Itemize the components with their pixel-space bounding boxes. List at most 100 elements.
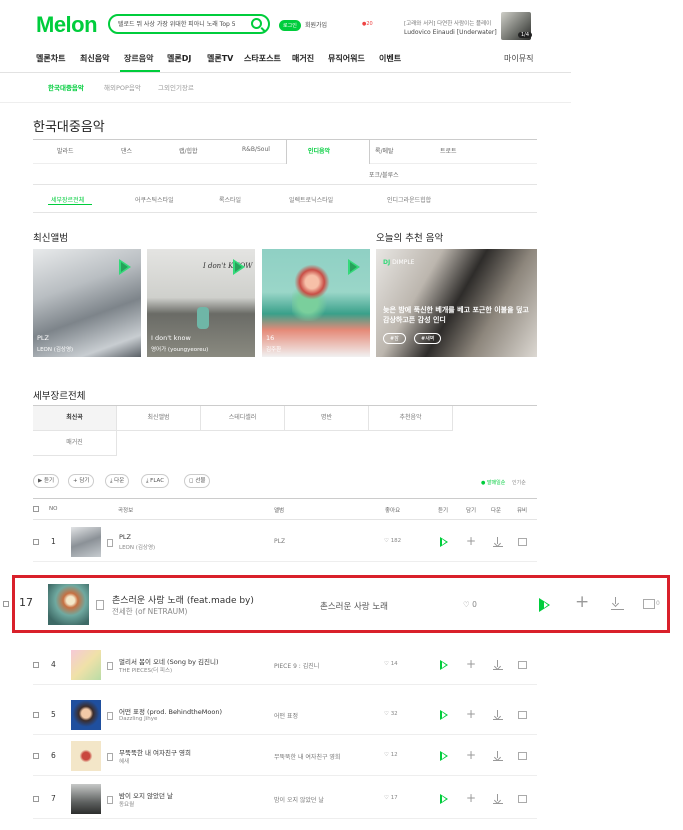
subnav-kpop[interactable]: 한국대중음악 <box>48 82 84 92</box>
genre-tab-indie[interactable]: 인디음악 <box>308 146 330 155</box>
add-icon[interactable]: + <box>466 708 476 720</box>
subgenre-tab-latest[interactable]: 최신곡 <box>33 406 117 431</box>
table-row[interactable]: 7 밤이 오지 않았던 날 동요월 밤이 오지 않았던 날 ♡ 17 + <box>33 778 537 819</box>
album-card[interactable]: PLZ LEON (김상영) <box>33 249 141 357</box>
search-bar[interactable]: 텔로드 뛰 사상 가장 위대한 피아니 노래 Top 5 <box>108 14 270 34</box>
genre-tab-folk[interactable]: 포크/블루스 <box>369 170 399 179</box>
mymusic-link[interactable]: 마이뮤직 <box>504 53 533 64</box>
song-album[interactable]: PLZ <box>274 538 285 545</box>
play-icon[interactable] <box>348 259 360 275</box>
search-input[interactable]: 텔로드 뛰 사상 가장 위대한 피아니 노래 Top 5 <box>118 19 246 28</box>
row-checkbox[interactable] <box>33 539 39 545</box>
join-link[interactable]: 회원가입 <box>305 20 327 29</box>
song-title[interactable]: PLZ <box>119 533 131 541</box>
song-title[interactable]: 멀리서 봄이 오네 (Song by 김진니) <box>119 656 219 666</box>
song-album[interactable]: 밤이 오지 않았던 날 <box>274 795 324 804</box>
play-icon[interactable] <box>440 660 448 670</box>
subgenre-tab-magazine[interactable]: 매거진 <box>33 431 117 456</box>
subgenre-tab-steady[interactable]: 스테디셀러 <box>201 406 285 431</box>
genre-tab-rock[interactable]: 록/메탈 <box>375 146 394 155</box>
table-row[interactable]: 6 무뚝뚝한 내 여자친구 영희 혜새 무뚝뚝한 내 여자친구 영희 ♡ 12 … <box>33 735 537 776</box>
play-icon[interactable] <box>440 751 448 761</box>
like-count[interactable]: ♡ 182 <box>384 538 401 544</box>
song-artist[interactable]: 혜새 <box>119 757 129 765</box>
add-icon[interactable]: + <box>466 749 476 761</box>
detail-tab-underground[interactable]: 인디그라운드힙합 <box>387 195 431 204</box>
row-checkbox[interactable] <box>33 662 39 668</box>
sort-release[interactable]: ● 발매일순 <box>481 479 505 486</box>
song-artist[interactable]: Dazzling Jihye <box>119 716 157 722</box>
like-count[interactable]: ♡ 14 <box>384 661 398 667</box>
song-artist[interactable]: THE PIECES(더 피스) <box>119 666 172 674</box>
download-icon[interactable] <box>493 537 503 547</box>
like-count[interactable]: ♡ 12 <box>384 752 398 758</box>
nav-chart[interactable]: 멜론차트 <box>36 53 65 64</box>
mv-icon[interactable] <box>518 661 527 669</box>
subgenre-tab-albums[interactable]: 최신앨범 <box>117 406 201 431</box>
nav-dj[interactable]: 멜론DJ <box>167 53 191 64</box>
notification-badge[interactable]: ●20 <box>362 21 373 27</box>
like-count[interactable]: ♡ 17 <box>384 795 398 801</box>
now-playing-pager[interactable]: 1/4 <box>518 32 533 38</box>
dj-description[interactable]: 늦은 밤에 푹신한 베개를 베고 포근한 이불을 덮고 감상하고픈 감성 인디 <box>383 306 533 326</box>
genre-tab-rnb[interactable]: R&B/Soul <box>242 146 270 153</box>
sort-popular[interactable]: 인기순 <box>512 479 526 486</box>
mv-icon[interactable] <box>518 711 527 719</box>
mv-icon[interactable] <box>518 795 527 803</box>
dj-name[interactable]: DIMPLE <box>392 259 414 266</box>
flac-button[interactable]: ⤓ FLAC <box>141 474 170 488</box>
album-title[interactable]: 16 <box>266 334 274 342</box>
table-row[interactable]: 5 어떤 표정 (prod. BehindtheMoon) Dazzling J… <box>33 694 537 735</box>
play-icon[interactable] <box>440 537 448 547</box>
download-button[interactable]: ⤓ 다운 <box>105 474 130 488</box>
song-title[interactable]: 밤이 오지 않았던 날 <box>119 790 173 800</box>
dj-tag[interactable]: #새벽 <box>414 333 442 344</box>
download-icon[interactable] <box>493 751 503 761</box>
row-checkbox[interactable] <box>33 753 39 759</box>
song-info-icon[interactable] <box>107 796 113 804</box>
now-playing-line1[interactable]: [고래와 서커] 다연한 사람이는 플레이 <box>404 19 491 27</box>
nav-magazine[interactable]: 매거진 <box>292 53 314 64</box>
search-icon[interactable] <box>251 18 262 29</box>
dj-card[interactable]: DJ DIMPLE 늦은 밤에 푹신한 베개를 베고 포근한 이불을 덮고 감상… <box>376 249 537 357</box>
add-icon[interactable]: + <box>466 535 476 547</box>
play-icon[interactable] <box>233 259 245 275</box>
album-thumb[interactable] <box>71 741 101 771</box>
song-artist[interactable]: LEON (김상영) <box>119 543 155 551</box>
album-artist[interactable]: 김주환 <box>266 345 281 353</box>
download-icon[interactable] <box>493 794 503 804</box>
nav-genre[interactable]: 장르음악 <box>124 53 153 64</box>
subnav-etc[interactable]: 그외인기장르 <box>158 82 194 92</box>
play-icon[interactable] <box>440 710 448 720</box>
download-icon[interactable] <box>493 660 503 670</box>
select-all-checkbox[interactable] <box>33 506 39 512</box>
song-info-icon[interactable] <box>107 753 113 761</box>
add-icon[interactable]: + <box>466 792 476 804</box>
song-album[interactable]: PIECE 9 : 김진니 <box>274 661 319 670</box>
gift-button[interactable]: ◻ 선물 <box>184 474 211 488</box>
detail-tab-acoustic[interactable]: 어쿠스틱스타일 <box>135 195 174 204</box>
detail-tab-electronic[interactable]: 일렉트로닉스타일 <box>289 195 333 204</box>
nav-tv[interactable]: 멜론TV <box>207 53 233 64</box>
listen-button[interactable]: ▶ 듣기 <box>33 474 60 488</box>
song-artist[interactable]: 동요월 <box>119 800 134 808</box>
genre-tab-trot[interactable]: 트로트 <box>440 146 457 155</box>
nav-starpost[interactable]: 스타포스트 <box>244 53 281 64</box>
album-artist[interactable]: 영어가 (youngyeoreu) <box>151 345 208 353</box>
album-thumb[interactable] <box>71 700 101 730</box>
table-row[interactable]: 4 멀리서 봄이 오네 (Song by 김진니) THE PIECES(더 피… <box>33 644 537 685</box>
nav-award[interactable]: 뮤직어워드 <box>328 53 365 64</box>
album-card[interactable]: I don't KNOW I don't know 영어가 (youngyeor… <box>147 249 255 357</box>
detail-tab-rock[interactable]: 록스타일 <box>219 195 241 204</box>
row-checkbox[interactable] <box>3 601 9 607</box>
album-title[interactable]: I don't know <box>151 334 191 342</box>
detail-tab-all[interactable]: 세부장르전체 <box>51 195 84 204</box>
genre-tab-dance[interactable]: 댄스 <box>121 146 132 155</box>
song-title[interactable]: 어떤 표정 (prod. BehindtheMoon) <box>119 706 222 716</box>
add-icon[interactable]: + <box>466 658 476 670</box>
mv-icon[interactable] <box>518 752 527 760</box>
song-info-icon[interactable] <box>107 539 113 547</box>
row-checkbox[interactable] <box>33 712 39 718</box>
subgenre-tab-classic[interactable]: 명반 <box>285 406 369 431</box>
play-icon[interactable] <box>440 794 448 804</box>
